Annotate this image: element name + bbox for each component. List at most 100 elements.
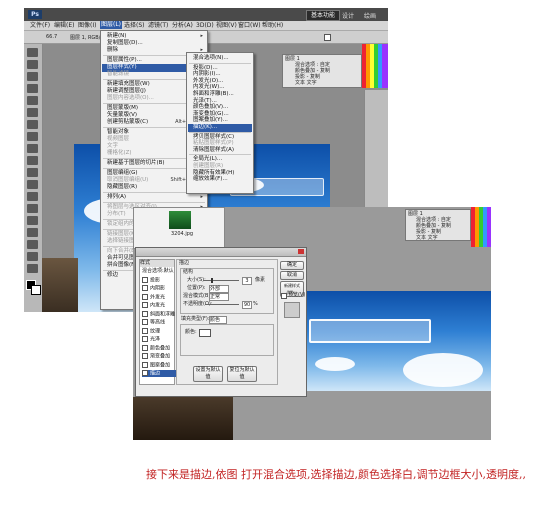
type-tool-icon[interactable]: [27, 216, 38, 225]
menu-analysis[interactable]: 分析(A): [172, 22, 193, 30]
size-slider[interactable]: [203, 280, 239, 281]
menu-item[interactable]: 图层样式(Y): [107, 64, 137, 71]
style-list-item[interactable]: 图案叠加: [142, 361, 176, 369]
zoom-tool-icon[interactable]: [27, 264, 38, 273]
menu-filter[interactable]: 滤镜(T): [148, 22, 168, 30]
eyedropper-tool-icon[interactable]: [27, 108, 38, 117]
menu-item[interactable]: 复制图层(D)...: [107, 40, 143, 47]
stroke-color-swatch[interactable]: [199, 329, 211, 337]
color-swatches-panel[interactable]: [471, 207, 491, 247]
menu-item[interactable]: 修边: [107, 272, 118, 279]
menu-item[interactable]: 新建填充图层(W): [107, 81, 150, 88]
options-checkbox[interactable]: [324, 34, 331, 41]
menu-item[interactable]: 取消图层编组(U): [107, 177, 148, 184]
preview-checkbox[interactable]: [281, 293, 287, 299]
menu-item[interactable]: 清除图层样式(A): [193, 147, 234, 154]
style-checkbox[interactable]: [142, 319, 148, 325]
style-list-item[interactable]: 投影: [142, 276, 176, 284]
style-checkbox[interactable]: [142, 285, 148, 291]
menu-item[interactable]: 图层蒙版(M): [107, 105, 138, 112]
menu-item[interactable]: 排列(A): [107, 194, 126, 201]
dialog-close-icon[interactable]: [298, 249, 304, 254]
clone-stamp-tool-icon[interactable]: [27, 144, 38, 153]
lasso-tool-icon[interactable]: [27, 72, 38, 81]
blend-select[interactable]: 正常: [209, 293, 229, 301]
menu-item[interactable]: 描边(K)...: [193, 124, 217, 131]
set-default-button[interactable]: 设置为默认值: [193, 366, 223, 382]
layer-row[interactable]: 文本 文字: [416, 234, 468, 242]
menu-item[interactable]: 缩放效果(F)...: [193, 176, 228, 183]
style-list-item[interactable]: 光泽: [142, 336, 176, 343]
style-checkbox[interactable]: [142, 361, 148, 368]
marquee-tool-icon[interactable]: [27, 60, 38, 69]
magic-wand-tool-icon[interactable]: [27, 84, 38, 93]
layer-row[interactable]: 文本 文字: [295, 79, 359, 87]
menu-item[interactable]: 新建(N): [107, 33, 126, 40]
style-checkbox[interactable]: [142, 293, 148, 300]
path-select-tool-icon[interactable]: [27, 228, 38, 237]
style-checkbox[interactable]: [142, 327, 148, 334]
document-tab-title[interactable]: 图层 1, RGB/8: [70, 34, 104, 41]
workspace-button[interactable]: 基本功能: [306, 10, 341, 21]
top-right-item-0[interactable]: 设计: [342, 11, 354, 20]
style-list-item[interactable]: 内发光: [142, 302, 176, 309]
menu-help[interactable]: 帮助(H): [262, 22, 283, 30]
style-checkbox[interactable]: [142, 302, 148, 308]
style-checkbox[interactable]: [142, 353, 148, 359]
size-value[interactable]: 3: [242, 277, 252, 285]
menu-window[interactable]: 窗口(W): [238, 22, 261, 30]
style-checkbox[interactable]: [142, 336, 148, 342]
shape-tool-icon[interactable]: [27, 240, 38, 249]
menu-item[interactable]: 分布(T): [107, 211, 126, 218]
eraser-tool-icon[interactable]: [27, 168, 38, 177]
history-brush-tool-icon[interactable]: [27, 156, 38, 165]
style-checkbox[interactable]: [142, 276, 148, 283]
menu-layer[interactable]: 图层(L): [100, 21, 123, 29]
hand-tool-icon[interactable]: [27, 252, 38, 261]
style-list-item[interactable]: 外发光: [142, 293, 176, 301]
cancel-button[interactable]: 取消: [280, 271, 304, 280]
crop-tool-icon[interactable]: [27, 96, 38, 105]
menu-item[interactable]: 智能滤镜: [107, 71, 129, 78]
move-tool-icon[interactable]: [27, 48, 38, 57]
reset-default-button[interactable]: 复位为默认值: [227, 366, 257, 382]
style-list-item[interactable]: 混合选项:默认: [142, 268, 176, 275]
menu-item[interactable]: 创建剪贴蒙版(C): [107, 119, 148, 126]
style-list-item[interactable]: 描边: [142, 370, 176, 377]
style-checkbox[interactable]: [142, 310, 148, 317]
menu-item[interactable]: 栅格化(Z): [107, 150, 132, 157]
fill-type-select[interactable]: 颜色: [209, 316, 227, 324]
style-list-item[interactable]: 渐变叠加: [142, 353, 176, 360]
menu-edit[interactable]: 编辑(E): [54, 22, 74, 30]
background-color-swatch[interactable]: [31, 285, 41, 295]
heal-tool-icon[interactable]: [27, 120, 38, 129]
menu-item[interactable]: 矢量蒙版(V): [107, 112, 137, 119]
menu-view[interactable]: 视图(V): [216, 22, 237, 30]
menu-item[interactable]: 删除: [107, 47, 118, 54]
menu-item[interactable]: 混合选项(N)...: [193, 55, 229, 62]
style-list-item[interactable]: 等高线: [142, 319, 176, 326]
menu-item[interactable]: 图层编组(G): [107, 170, 138, 177]
menu-item[interactable]: 智能对象: [107, 129, 129, 136]
style-checkbox[interactable]: [142, 370, 148, 376]
gradient-tool-icon[interactable]: [27, 180, 38, 189]
menu-item[interactable]: 隐藏图层(R): [107, 184, 137, 191]
position-select[interactable]: 外部: [209, 285, 229, 293]
opacity-value[interactable]: 90: [242, 301, 252, 309]
style-list-item[interactable]: 内阴影: [142, 285, 176, 292]
style-checkbox[interactable]: [142, 344, 148, 351]
color-swatches-panel[interactable]: [362, 44, 388, 88]
menu-file[interactable]: 文件(F): [30, 22, 50, 30]
brush-tool-icon[interactable]: [27, 132, 38, 141]
style-list-item[interactable]: 斜面和浮雕: [142, 310, 176, 318]
menu-image[interactable]: 图像(I): [78, 22, 96, 30]
style-list-item[interactable]: 纹理: [142, 327, 176, 335]
menu-3d[interactable]: 3D(D): [196, 22, 214, 30]
menu-item[interactable]: 新建调整图层(J): [107, 88, 146, 95]
style-list-item[interactable]: 颜色叠加: [142, 344, 176, 352]
menu-item[interactable]: 图层内容选项(O)...: [107, 95, 154, 102]
menu-item[interactable]: 视频图层: [107, 136, 129, 143]
menu-select[interactable]: 选择(S): [124, 22, 145, 30]
dodge-tool-icon[interactable]: [27, 192, 38, 201]
pen-tool-icon[interactable]: [27, 204, 38, 213]
